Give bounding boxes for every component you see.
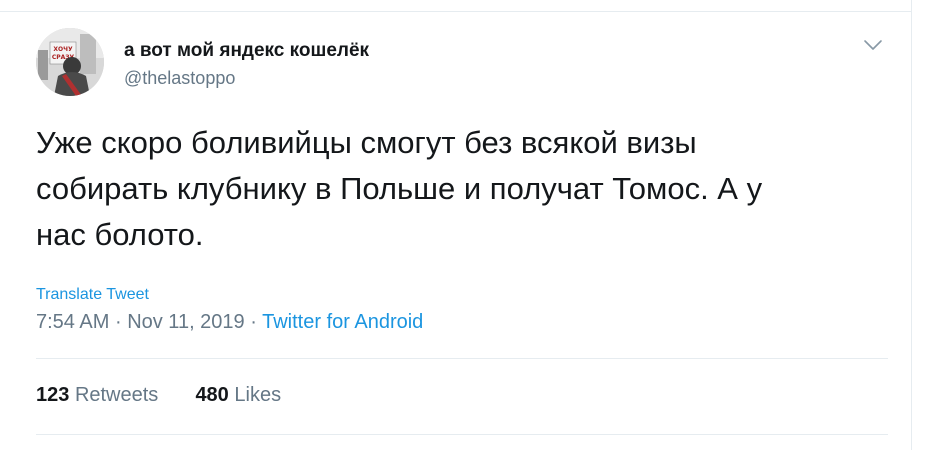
display-name[interactable]: а вот мой яндекс кошелёк	[124, 40, 369, 62]
translate-tweet-link[interactable]: Translate Tweet	[36, 286, 149, 304]
tweet-text: Уже скоро боливийцы смогут без всякой ви…	[36, 120, 856, 258]
tweet-source-link[interactable]: Twitter for Android	[262, 311, 423, 333]
tweet-text-line: Уже скоро боливийцы смогут без всякой ви…	[36, 125, 697, 160]
tweet-time[interactable]: 7:54 AM	[36, 311, 109, 333]
divider	[36, 434, 888, 435]
user-handle[interactable]: @thelastoppo	[124, 68, 235, 89]
likes-count: 480	[195, 384, 229, 406]
retweets-label: Retweets	[74, 384, 159, 406]
divider	[36, 358, 888, 359]
top-divider	[0, 11, 912, 12]
likes-stat[interactable]: 480 Likes	[195, 384, 281, 406]
avatar[interactable]: ХОЧУ СРАЗУ	[36, 28, 104, 96]
avatar-image: ХОЧУ СРАЗУ	[36, 28, 104, 96]
tweet-date[interactable]: Nov 11, 2019	[127, 311, 245, 333]
meta-separator: ·	[114, 311, 122, 333]
tweet-text-line: нас болото.	[36, 217, 204, 252]
likes-label: Likes	[234, 384, 282, 406]
chevron-down-icon[interactable]	[862, 38, 884, 52]
retweets-count: 123	[36, 384, 70, 406]
meta-separator: ·	[250, 311, 257, 333]
tweet-stats: 123 Retweets 480 Likes	[36, 384, 281, 407]
tweet-meta: 7:54 AM · Nov 11, 2019 · Twitter for And…	[36, 311, 423, 334]
tweet-text-line: собирать клубнику в Польше и получат Том…	[36, 171, 763, 206]
retweets-stat[interactable]: 123 Retweets	[36, 384, 164, 406]
tweet-card: ХОЧУ СРАЗУ а вот мой яндекс кошелёк @the…	[0, 0, 912, 450]
svg-text:ХОЧУ: ХОЧУ	[53, 46, 73, 53]
